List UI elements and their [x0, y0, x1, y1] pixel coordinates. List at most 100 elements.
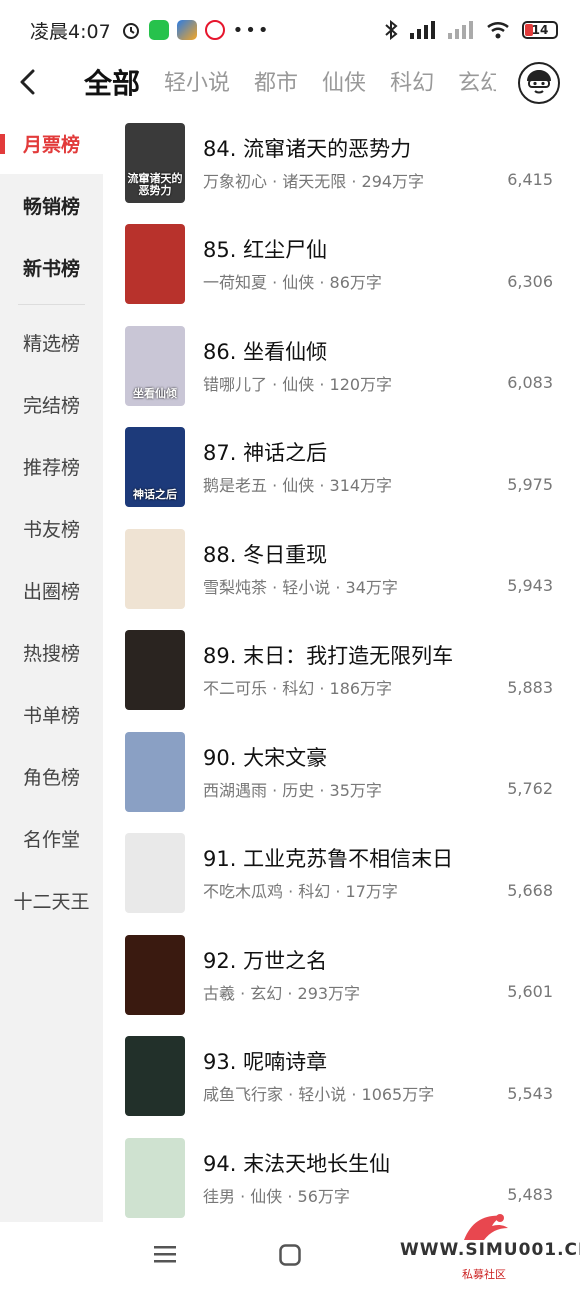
book-row[interactable]: 85. 红尘尸仙一荷知夏 · 仙侠 · 86万字 6,306: [103, 214, 580, 316]
signal-2-icon: [448, 21, 473, 39]
sidebar-item-trending[interactable]: 热搜榜: [0, 621, 103, 683]
watermark: WWW.SIMU001.CN 私募社区: [400, 1210, 580, 1281]
book-row[interactable]: 88. 冬日重现雪梨炖茶 · 轻小说 · 34万字 5,943: [103, 518, 580, 620]
status-time: 凌晨4:07: [30, 20, 111, 43]
watermark-text: WWW.SIMU001.CN: [400, 1240, 580, 1260]
sidebar-item-character[interactable]: 角色榜: [0, 745, 103, 807]
book-info: 84. 流窜诸天的恶势力 万象初心 · 诸天无限 · 294万字 6,415: [203, 134, 573, 192]
sidebar-item-completed[interactable]: 完结榜: [0, 373, 103, 435]
book-meta: 一荷知夏 · 仙侠 · 86万字: [203, 273, 382, 293]
home-icon[interactable]: [279, 1244, 301, 1266]
sidebar-item-hall-of-fame[interactable]: 名作堂: [0, 807, 103, 869]
book-row[interactable]: 流窜诸天的恶势力 84. 流窜诸天的恶势力 万象初心 · 诸天无限 · 294万字 6…: [103, 112, 580, 214]
more-icon: •••: [232, 19, 271, 41]
book-ticket-count: 5,975: [507, 474, 553, 494]
book-cover[interactable]: [125, 528, 185, 609]
sidebar-item-new[interactable]: 新书榜: [0, 236, 103, 298]
book-ticket-count: 5,762: [507, 779, 553, 799]
book-cover[interactable]: 流窜诸天的恶势力: [125, 122, 185, 203]
sidebar-item-monthly[interactable]: 月票榜: [0, 112, 103, 174]
book-title[interactable]: 91. 工业克苏鲁不相信末日: [203, 844, 573, 874]
book-ticket-count: 6,083: [507, 373, 553, 393]
tab-all[interactable]: 全部: [56, 64, 152, 104]
book-ticket-count: 6,306: [507, 271, 553, 291]
book-meta: 鹅是老五 · 仙侠 · 314万字: [203, 476, 393, 496]
top-nav: 全部 轻小说 都市 仙侠 科幻 玄幻: [0, 60, 580, 104]
book-meta-line: 不吃木瓜鸡 · 科幻 · 17万字 5,668: [203, 878, 573, 902]
tab-fantasy[interactable]: 玄幻: [446, 64, 496, 104]
book-cover[interactable]: [125, 1036, 185, 1117]
chevron-left-icon: [20, 69, 35, 95]
book-row[interactable]: 90. 大宋文豪西湖遇雨 · 历史 · 35万字 5,762: [103, 721, 580, 823]
book-row[interactable]: 坐看仙倾 86. 坐看仙倾 错哪儿了 · 仙侠 · 120万字 6,083: [103, 315, 580, 417]
ranking-sidebar: 月票榜 畅销榜 新书榜 精选榜 完结榜 推荐榜 书友榜 出圈榜 热搜榜 书单榜 …: [0, 112, 103, 1222]
book-title[interactable]: 94. 末法天地长生仙: [203, 1149, 573, 1179]
book-title[interactable]: 87. 神话之后: [203, 438, 573, 468]
status-bar: 凌晨4:07 ••• 14: [0, 0, 580, 60]
book-cover[interactable]: [125, 1137, 185, 1218]
book-meta: 不吃木瓜鸡 · 科幻 · 17万字: [203, 882, 398, 902]
alarm-icon: [122, 23, 139, 39]
book-ticket-count: 5,883: [507, 677, 553, 697]
wifi-icon: [487, 22, 509, 39]
book-title[interactable]: 88. 冬日重现: [203, 540, 573, 570]
tab-light-novel[interactable]: 轻小说: [152, 64, 242, 104]
book-title[interactable]: 85. 红尘尸仙: [203, 235, 573, 265]
app-icon: [176, 20, 197, 40]
book-info: 94. 末法天地长生仙徍男 · 仙侠 · 56万字 5,483: [203, 1149, 573, 1207]
book-row[interactable]: 91. 工业克苏鲁不相信末日不吃木瓜鸡 · 科幻 · 17万字 5,668: [103, 823, 580, 925]
book-cover[interactable]: 神话之后: [125, 427, 185, 508]
tab-xianxia[interactable]: 仙侠: [310, 64, 378, 104]
signal-icon: [410, 21, 435, 39]
category-tabs: 全部 轻小说 都市 仙侠 科幻 玄幻: [56, 60, 496, 104]
book-cover-text: 神话之后: [133, 488, 177, 502]
book-cover[interactable]: [125, 630, 185, 711]
book-ticket-count: 5,943: [507, 576, 553, 596]
book-title[interactable]: 90. 大宋文豪: [203, 743, 573, 773]
book-meta-line: 雪梨炖茶 · 轻小说 · 34万字 5,943: [203, 574, 573, 598]
book-ticket-count: 6,415: [507, 170, 553, 190]
sidebar-item-recommend[interactable]: 推荐榜: [0, 435, 103, 497]
book-title[interactable]: 86. 坐看仙倾: [203, 337, 573, 367]
book-meta-line: 一荷知夏 · 仙侠 · 86万字 6,306: [203, 269, 573, 293]
book-info: 93. 呢喃诗章 咸鱼飞行家 · 轻小说 · 1065万字 5,543: [203, 1047, 573, 1105]
status-notification-icons: •••: [121, 20, 271, 41]
book-row[interactable]: 89. 末日：我打造无限列车不二可乐 · 科幻 · 186万字 5,883: [103, 620, 580, 722]
sidebar-item-selected[interactable]: 精选榜: [0, 311, 103, 373]
book-cover[interactable]: [125, 731, 185, 812]
book-meta: 古羲 · 玄幻 · 293万字: [203, 983, 361, 1003]
sidebar-item-breakout[interactable]: 出圈榜: [0, 559, 103, 621]
book-meta-line: 不二可乐 · 科幻 · 186万字 5,883: [203, 675, 573, 699]
book-row[interactable]: 92. 万世之名 古羲 · 玄幻 · 293万字 5,601: [103, 924, 580, 1026]
book-title[interactable]: 89. 末日：我打造无限列车: [203, 641, 573, 671]
book-title[interactable]: 92. 万世之名: [203, 946, 573, 976]
tab-urban[interactable]: 都市: [242, 64, 310, 104]
book-row[interactable]: 93. 呢喃诗章 咸鱼飞行家 · 轻小说 · 1065万字 5,543: [103, 1026, 580, 1128]
menu-icon[interactable]: [154, 1244, 176, 1264]
book-info: 88. 冬日重现雪梨炖茶 · 轻小说 · 34万字 5,943: [203, 540, 573, 598]
wechat-icon: [148, 20, 169, 40]
book-ticket-count: 5,668: [507, 880, 553, 900]
book-meta-line: 鹅是老五 · 仙侠 · 314万字 5,975: [203, 472, 573, 496]
book-meta: 徍男 · 仙侠 · 56万字: [203, 1186, 350, 1206]
user-avatar[interactable]: [518, 62, 560, 104]
back-button[interactable]: [0, 60, 56, 104]
book-cover[interactable]: 坐看仙倾: [125, 325, 185, 406]
book-title[interactable]: 84. 流窜诸天的恶势力: [203, 134, 573, 164]
book-title[interactable]: 93. 呢喃诗章: [203, 1047, 573, 1077]
tab-scifi[interactable]: 科幻: [378, 64, 446, 104]
sidebar-item-bestseller[interactable]: 畅销榜: [0, 174, 103, 236]
book-cover[interactable]: [125, 934, 185, 1015]
book-list: 流窜诸天的恶势力 84. 流窜诸天的恶势力 万象初心 · 诸天无限 · 294万字 6…: [103, 112, 580, 1229]
book-meta-line: 西湖遇雨 · 历史 · 35万字 5,762: [203, 777, 573, 801]
book-info: 85. 红尘尸仙一荷知夏 · 仙侠 · 86万字 6,306: [203, 235, 573, 293]
book-ticket-count: 5,483: [507, 1185, 553, 1205]
book-meta: 雪梨炖茶 · 轻小说 · 34万字: [203, 577, 398, 597]
book-cover[interactable]: [125, 833, 185, 914]
book-cover[interactable]: [125, 224, 185, 305]
book-row[interactable]: 神话之后 87. 神话之后鹅是老五 · 仙侠 · 314万字 5,975: [103, 417, 580, 519]
book-meta-line: 徍男 · 仙侠 · 56万字 5,483: [203, 1183, 573, 1207]
sidebar-item-twelve-kings[interactable]: 十二天王: [0, 869, 103, 931]
sidebar-item-readers[interactable]: 书友榜: [0, 497, 103, 559]
sidebar-item-booklist[interactable]: 书单榜: [0, 683, 103, 745]
